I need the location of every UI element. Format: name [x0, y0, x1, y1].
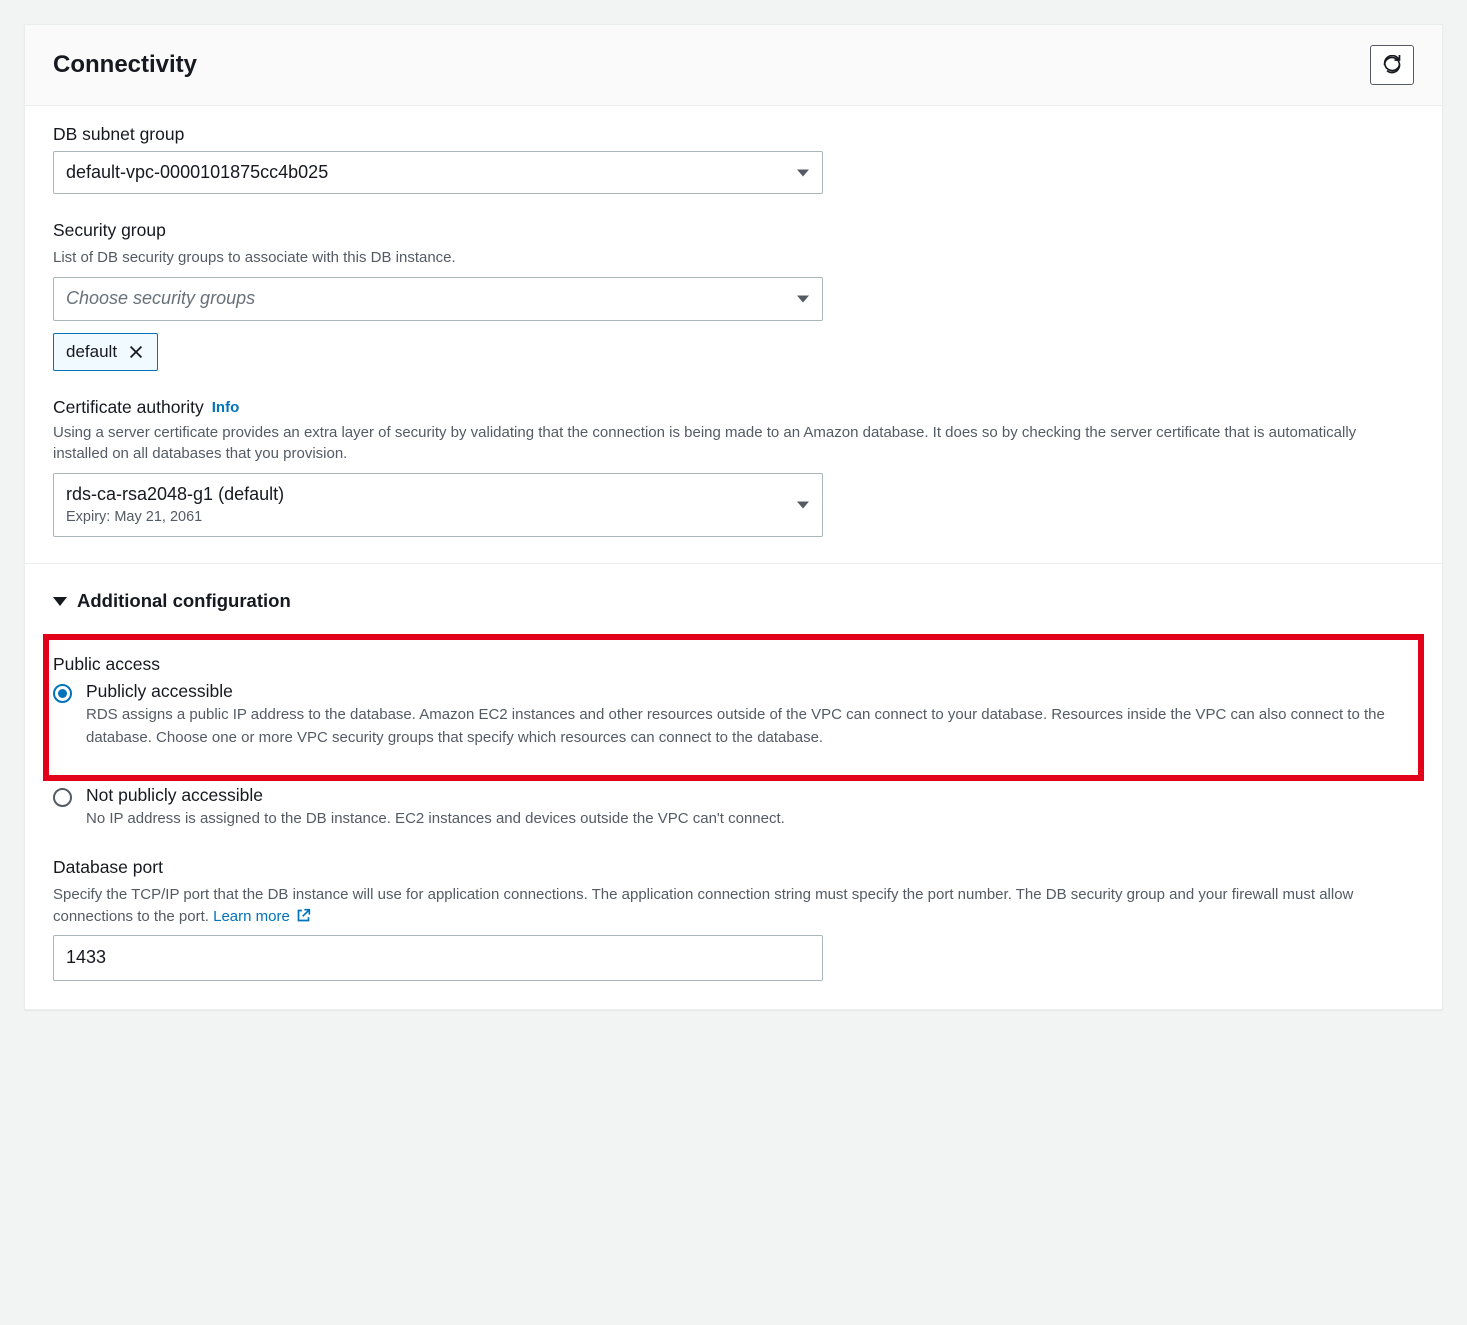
- close-icon[interactable]: [127, 343, 145, 361]
- database-port-field: Database port Specify the TCP/IP port th…: [53, 857, 1414, 981]
- public-access-option-not-public-label: Not publicly accessible: [86, 785, 785, 806]
- certificate-authority-info-link[interactable]: Info: [212, 399, 240, 416]
- radio-icon[interactable]: [53, 788, 72, 807]
- certificate-authority-expiry: Expiry: May 21, 2061: [66, 508, 786, 527]
- public-access-option-public[interactable]: Publicly accessible RDS assigns a public…: [53, 681, 1408, 749]
- security-group-field: Security group List of DB security group…: [53, 220, 1414, 370]
- divider: [25, 563, 1442, 564]
- panel-body: DB subnet group default-vpc-0000101875cc…: [25, 106, 1442, 1009]
- panel-title: Connectivity: [53, 51, 197, 79]
- database-port-input[interactable]: [53, 935, 823, 980]
- certificate-authority-desc: Using a server certificate provides an e…: [53, 422, 1414, 466]
- radio-icon[interactable]: [53, 684, 72, 703]
- database-port-label: Database port: [53, 857, 1414, 878]
- certificate-authority-field: Certificate authority Info Using a serve…: [53, 397, 1414, 538]
- database-port-learn-more-link[interactable]: Learn more: [213, 908, 311, 925]
- certificate-authority-value: rds-ca-rsa2048-g1 (default) Expiry: May …: [53, 473, 823, 537]
- db-subnet-group-label: DB subnet group: [53, 124, 1414, 145]
- database-port-desc: Specify the TCP/IP port that the DB inst…: [53, 884, 1414, 928]
- public-access-option-public-label: Publicly accessible: [86, 681, 1408, 702]
- security-group-label: Security group: [53, 220, 1414, 241]
- public-access-field: Public access Publicly accessible RDS as…: [53, 654, 1408, 749]
- public-access-option-not-public[interactable]: Not publicly accessible No IP address is…: [53, 785, 1414, 831]
- public-access-label: Public access: [53, 654, 1408, 675]
- security-group-tags: default: [53, 333, 1414, 371]
- external-link-icon: [296, 908, 311, 923]
- db-subnet-group-value: default-vpc-0000101875cc4b025: [53, 151, 823, 194]
- refresh-button[interactable]: [1370, 45, 1414, 85]
- public-access-radio-group: Publicly accessible RDS assigns a public…: [53, 681, 1408, 749]
- connectivity-panel: Connectivity DB subnet group default-vpc…: [24, 24, 1443, 1010]
- public-access-highlight: Public access Publicly accessible RDS as…: [43, 634, 1424, 781]
- security-group-tag: default: [53, 333, 158, 371]
- security-group-select[interactable]: Choose security groups: [53, 277, 823, 320]
- db-subnet-group-field: DB subnet group default-vpc-0000101875cc…: [53, 124, 1414, 194]
- chevron-down-icon: [797, 295, 809, 302]
- panel-header: Connectivity: [25, 25, 1442, 106]
- additional-configuration-label: Additional configuration: [77, 590, 291, 612]
- chevron-down-icon: [797, 169, 809, 176]
- security-group-desc: List of DB security groups to associate …: [53, 247, 1414, 269]
- db-subnet-group-select[interactable]: default-vpc-0000101875cc4b025: [53, 151, 823, 194]
- refresh-icon: [1382, 55, 1402, 75]
- security-group-tag-label: default: [66, 342, 117, 362]
- public-access-option-public-desc: RDS assigns a public IP address to the d…: [86, 704, 1408, 749]
- security-group-placeholder: Choose security groups: [53, 277, 823, 320]
- public-access-option-not-public-desc: No IP address is assigned to the DB inst…: [86, 808, 785, 831]
- chevron-down-icon: [53, 597, 67, 606]
- certificate-authority-value-text: rds-ca-rsa2048-g1 (default): [66, 484, 284, 504]
- certificate-authority-select[interactable]: rds-ca-rsa2048-g1 (default) Expiry: May …: [53, 473, 823, 537]
- certificate-authority-label: Certificate authority: [53, 397, 204, 418]
- chevron-down-icon: [797, 502, 809, 509]
- additional-configuration-toggle[interactable]: Additional configuration: [53, 590, 1414, 612]
